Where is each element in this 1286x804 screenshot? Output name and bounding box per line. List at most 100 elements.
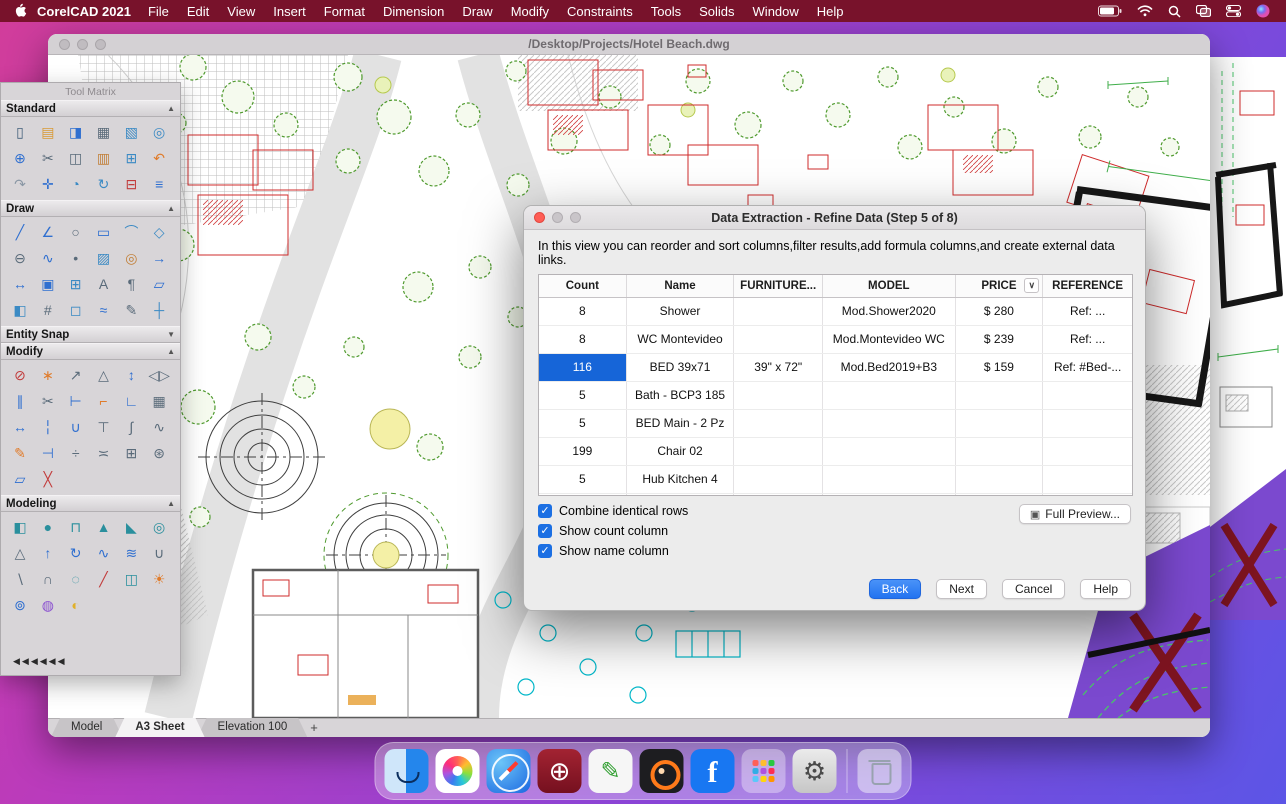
- cancel-button[interactable]: Cancel: [1002, 579, 1065, 599]
- extend-icon[interactable]: ⊢: [63, 389, 89, 413]
- line-icon[interactable]: ╱: [7, 220, 33, 244]
- photos-icon[interactable]: [436, 749, 480, 793]
- checkbox[interactable]: ✓: [538, 504, 552, 518]
- table-cell[interactable]: Bath - BCP3 185: [627, 382, 735, 409]
- redo-icon[interactable]: ↷: [7, 172, 33, 196]
- menu-item-tools[interactable]: Tools: [642, 4, 690, 19]
- construction-line-icon[interactable]: ↔: [7, 272, 33, 296]
- menu-item-dimension[interactable]: Dimension: [374, 4, 453, 19]
- edit-polyline-icon[interactable]: ∫: [118, 415, 144, 439]
- slice-icon[interactable]: ╱: [91, 567, 117, 591]
- rotate-icon[interactable]: △: [91, 363, 117, 387]
- menu-item-file[interactable]: File: [139, 4, 178, 19]
- table-cell[interactable]: [956, 410, 1044, 437]
- section-header-standard[interactable]: Standard▲: [1, 100, 180, 117]
- sort-chevron-icon[interactable]: ∨: [1024, 278, 1039, 293]
- print-icon[interactable]: ▦: [91, 120, 117, 144]
- table-row[interactable]: 5Hub Kitchen 4: [539, 466, 1132, 494]
- table-cell[interactable]: [734, 466, 823, 493]
- table-row[interactable]: 116BED 39x7139" x 72"Mod.Bed2019+B3$ 159…: [539, 354, 1132, 382]
- section-header-entity-snap[interactable]: Entity Snap▼: [1, 326, 180, 343]
- tool-matrix-palette[interactable]: Tool Matrix Standard▲▯▤◨▦▧◎⊕✂◫▥⊞↶↷✛◔↻⊟≡D…: [0, 82, 181, 676]
- column-header-model[interactable]: MODEL: [823, 275, 956, 297]
- table-cell[interactable]: 199: [539, 438, 627, 465]
- chamfer-icon[interactable]: ∟: [118, 389, 144, 413]
- checkbox-row[interactable]: ✓Combine identical rows: [538, 504, 688, 518]
- sheet-tab-elevation-100[interactable]: Elevation 100: [198, 718, 308, 737]
- erase-icon[interactable]: ⊘: [7, 363, 33, 387]
- column-header-reference[interactable]: REFERENCE: [1043, 275, 1132, 297]
- tool-matrix-overflow[interactable]: ◀◀◀◀◀◀: [1, 652, 180, 675]
- extrude-icon[interactable]: ↑: [35, 541, 61, 565]
- property-painter-icon[interactable]: ⊞: [118, 146, 144, 170]
- checkbox[interactable]: ✓: [538, 544, 552, 558]
- table-cell[interactable]: [823, 494, 956, 496]
- edit-spline-icon[interactable]: ∿: [146, 415, 172, 439]
- cut-icon[interactable]: ✂: [35, 146, 61, 170]
- table-row[interactable]: 1Sink Bath - Mod...: [539, 494, 1132, 496]
- table-cell[interactable]: Mod.Shower2020: [823, 298, 956, 325]
- pattern-icon[interactable]: ▦: [146, 389, 172, 413]
- layer-icon[interactable]: ⊟: [118, 172, 144, 196]
- data-table[interactable]: CountNameFURNITURE...MODELPRICE∨REFERENC…: [538, 274, 1133, 496]
- copy-icon[interactable]: ◫: [63, 146, 89, 170]
- table-cell[interactable]: $ 159: [956, 354, 1044, 381]
- open-folder-icon[interactable]: ▤: [35, 120, 61, 144]
- dialog-titlebar[interactable]: Data Extraction - Refine Data (Step 5 of…: [524, 206, 1145, 230]
- match-properties-icon[interactable]: ✎: [7, 441, 33, 465]
- cad-app-icon[interactable]: [538, 749, 582, 793]
- polyline-icon[interactable]: ∠: [35, 220, 61, 244]
- sheet-tab-model[interactable]: Model: [51, 718, 122, 737]
- table-cell[interactable]: [734, 382, 823, 409]
- table-cell[interactable]: [956, 382, 1044, 409]
- trash-icon[interactable]: [858, 749, 902, 793]
- zoom-icon[interactable]: ◔: [63, 172, 89, 196]
- collapse-arrow-icon[interactable]: ▲: [167, 499, 175, 508]
- rebuild-icon[interactable]: ↻: [91, 172, 117, 196]
- explode-icon[interactable]: ∗: [35, 363, 61, 387]
- wedge-icon[interactable]: ◣: [118, 515, 144, 539]
- table-cell[interactable]: $ 239: [956, 326, 1044, 353]
- measure-icon[interactable]: ≍: [91, 441, 117, 465]
- add-sheet-button[interactable]: +: [300, 718, 328, 737]
- find-icon[interactable]: ◎: [146, 120, 172, 144]
- table-row[interactable]: 5Bath - BCP3 185: [539, 382, 1132, 410]
- paste-icon[interactable]: ▥: [91, 146, 117, 170]
- split-icon[interactable]: ╳: [35, 467, 61, 491]
- boundary-icon[interactable]: #: [35, 298, 61, 322]
- safari-icon[interactable]: [487, 749, 531, 793]
- spline-icon[interactable]: ∿: [35, 246, 61, 270]
- table-cell[interactable]: 8: [539, 298, 627, 325]
- offset-icon[interactable]: ∥: [7, 389, 33, 413]
- table-cell[interactable]: [734, 410, 823, 437]
- sketch-icon[interactable]: ✎: [118, 298, 144, 322]
- table-cell[interactable]: [1043, 410, 1132, 437]
- align-icon[interactable]: ⊤: [91, 415, 117, 439]
- menu-item-draw[interactable]: Draw: [453, 4, 501, 19]
- menu-item-constraints[interactable]: Constraints: [558, 4, 642, 19]
- note-icon[interactable]: ¶: [118, 272, 144, 296]
- table-cell[interactable]: Chair 02: [627, 438, 735, 465]
- menu-item-window[interactable]: Window: [744, 4, 808, 19]
- table-cell[interactable]: [1043, 382, 1132, 409]
- menu-item-modify[interactable]: Modify: [502, 4, 558, 19]
- table-row[interactable]: 5BED Main - 2 Pz: [539, 410, 1132, 438]
- finder-icon[interactable]: [385, 749, 429, 793]
- pen-app-icon[interactable]: [589, 749, 633, 793]
- sheet-tab-a3-sheet[interactable]: A3 Sheet: [115, 718, 204, 737]
- polygon-icon[interactable]: ◇: [146, 220, 172, 244]
- media-app-icon[interactable]: [640, 749, 684, 793]
- table-row[interactable]: 8WC MontevideoMod.Montevideo WC$ 239Ref:…: [539, 326, 1132, 354]
- scale-icon[interactable]: ↕: [118, 363, 144, 387]
- sweep-icon[interactable]: ∿: [91, 541, 117, 565]
- collapse-arrow-icon[interactable]: ▼: [167, 330, 175, 339]
- trim-icon[interactable]: ✂: [35, 389, 61, 413]
- table-cell[interactable]: [823, 438, 956, 465]
- collapse-arrow-icon[interactable]: ▲: [167, 347, 175, 356]
- control-center-icon[interactable]: [1226, 5, 1241, 17]
- table-cell[interactable]: 8: [539, 326, 627, 353]
- help-button[interactable]: Help: [1080, 579, 1131, 599]
- intersect-icon[interactable]: ∩: [35, 567, 61, 591]
- wipeout-icon[interactable]: ◻: [63, 298, 89, 322]
- sphere-icon[interactable]: ●: [35, 515, 61, 539]
